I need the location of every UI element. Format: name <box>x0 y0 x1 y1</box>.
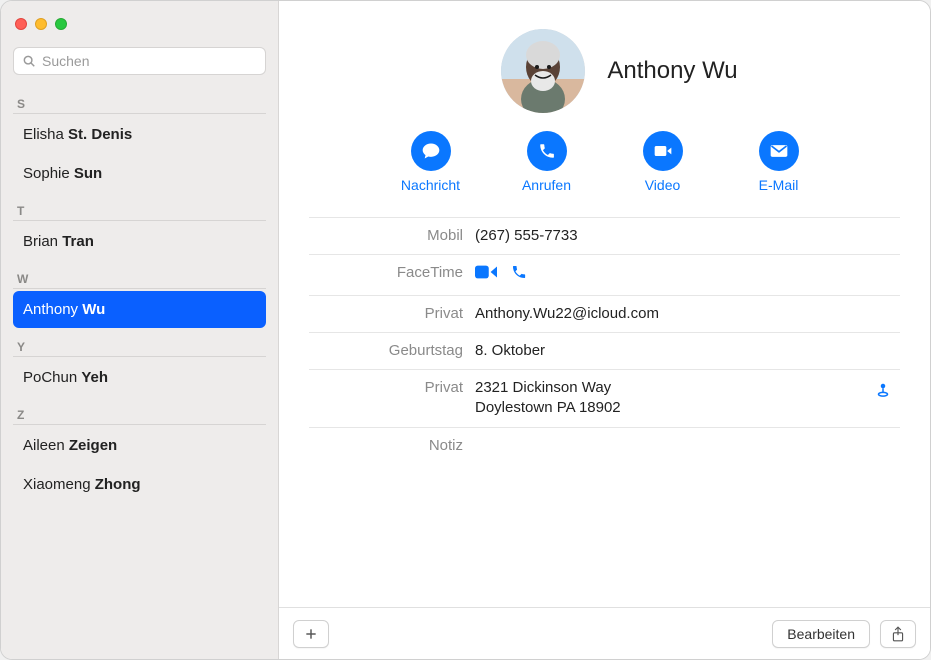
field-birthday: Geburtstag 8. Oktober <box>309 332 900 369</box>
private-address-label: Privat <box>313 378 463 396</box>
field-mobile: Mobil (267) 555-7733 <box>309 217 900 254</box>
map-pin-button[interactable] <box>874 380 892 403</box>
search-input[interactable] <box>42 53 257 69</box>
contact-row[interactable]: Brian Tran <box>13 223 266 260</box>
contact-fields: Mobil (267) 555-7733 FaceTime Privat Ant… <box>279 203 930 462</box>
video-button[interactable]: Video <box>623 131 703 193</box>
edit-button[interactable]: Bearbeiten <box>772 620 870 648</box>
phone-icon <box>511 264 527 280</box>
close-window-button[interactable] <box>15 18 27 30</box>
search-icon <box>22 54 36 68</box>
map-pin-icon <box>874 380 892 398</box>
share-icon <box>891 626 905 642</box>
facetime-video-button[interactable] <box>475 264 497 286</box>
birthday-label: Geburtstag <box>313 341 463 359</box>
section-header: W <box>13 264 266 289</box>
maximize-window-button[interactable] <box>55 18 67 30</box>
contact-header: Anthony Wu Nachricht Anrufen <box>279 1 930 203</box>
section-header: Z <box>13 400 266 425</box>
contact-row[interactable]: Sophie Sun <box>13 155 266 192</box>
message-icon <box>421 141 441 161</box>
private-email-value[interactable]: Anthony.Wu22@icloud.com <box>475 304 896 324</box>
contact-list: SElisha St. DenisSophie SunTBrian TranWA… <box>1 85 278 659</box>
video-icon <box>475 264 497 280</box>
contact-last-name: Yeh <box>81 369 108 386</box>
share-button[interactable] <box>880 620 916 648</box>
birthday-value: 8. Oktober <box>475 341 896 361</box>
field-private-email: Privat Anthony.Wu22@icloud.com <box>309 295 900 332</box>
section-header: S <box>13 89 266 114</box>
field-facetime: FaceTime <box>309 254 900 294</box>
mobile-label: Mobil <box>313 226 463 244</box>
contact-actions: Nachricht Anrufen Video <box>391 131 819 193</box>
plus-icon <box>304 627 318 641</box>
contacts-window: SElisha St. DenisSophie SunTBrian TranWA… <box>0 0 931 660</box>
field-note: Notiz <box>309 427 900 462</box>
contact-first-name: Xiaomeng <box>23 476 95 493</box>
contact-row[interactable]: Elisha St. Denis <box>13 116 266 153</box>
window-titlebar <box>1 1 278 47</box>
contact-last-name: Wu <box>82 301 105 318</box>
section-header: T <box>13 196 266 221</box>
search-container <box>1 47 278 85</box>
contact-last-name: Zeigen <box>69 437 117 454</box>
field-private-address: Privat 2321 Dickinson WayDoylestown PA 1… <box>309 369 900 427</box>
contact-row[interactable]: Xiaomeng Zhong <box>13 466 266 503</box>
contact-first-name: Sophie <box>23 165 74 182</box>
sidebar: SElisha St. DenisSophie SunTBrian TranWA… <box>1 1 279 659</box>
add-contact-button[interactable] <box>293 620 329 648</box>
mobile-value[interactable]: (267) 555-7733 <box>475 226 896 246</box>
private-address-value[interactable]: 2321 Dickinson WayDoylestown PA 18902 <box>475 378 896 419</box>
private-email-label: Privat <box>313 304 463 322</box>
note-label: Notiz <box>313 436 463 454</box>
contact-first-name: Anthony <box>23 301 82 318</box>
email-icon <box>769 141 789 161</box>
section-header: Y <box>13 332 266 357</box>
call-label: Anrufen <box>522 177 571 193</box>
contact-first-name: Brian <box>23 233 62 250</box>
facetime-audio-button[interactable] <box>511 264 527 286</box>
video-icon <box>653 141 673 161</box>
call-button[interactable]: Anrufen <box>507 131 587 193</box>
email-button[interactable]: E-Mail <box>739 131 819 193</box>
minimize-window-button[interactable] <box>35 18 47 30</box>
contact-row[interactable]: PoChun Yeh <box>13 359 266 396</box>
avatar[interactable] <box>501 29 585 113</box>
contact-last-name: St. Denis <box>68 126 132 143</box>
contact-last-name: Tran <box>62 233 94 250</box>
contact-last-name: Sun <box>74 165 102 182</box>
message-label: Nachricht <box>401 177 460 193</box>
contact-name: Anthony Wu <box>607 57 737 85</box>
bottom-toolbar: Bearbeiten <box>279 607 930 659</box>
email-label: E-Mail <box>759 177 799 193</box>
video-label: Video <box>645 177 681 193</box>
contact-first-name: Aileen <box>23 437 69 454</box>
message-button[interactable]: Nachricht <box>391 131 471 193</box>
window-controls <box>15 18 67 30</box>
phone-icon <box>538 142 556 160</box>
contact-first-name: PoChun <box>23 369 81 386</box>
contact-detail: Anthony Wu Nachricht Anrufen <box>279 1 930 659</box>
search-field[interactable] <box>13 47 266 75</box>
contact-first-name: Elisha <box>23 126 68 143</box>
contact-last-name: Zhong <box>95 476 141 493</box>
contact-row[interactable]: Anthony Wu <box>13 291 266 328</box>
facetime-label: FaceTime <box>313 263 463 281</box>
contact-row[interactable]: Aileen Zeigen <box>13 427 266 464</box>
